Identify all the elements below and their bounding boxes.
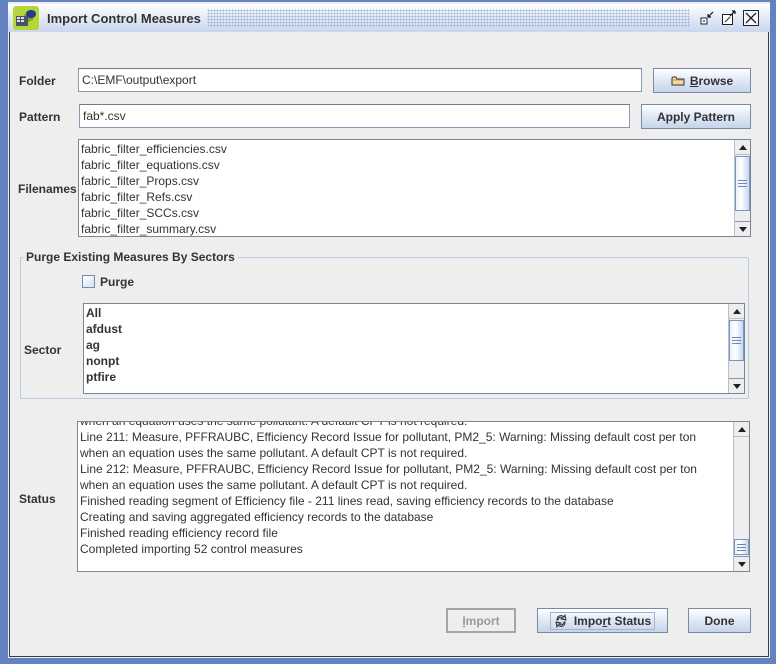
- import-button[interactable]: Import: [446, 608, 516, 633]
- browse-label-rest: rowse: [698, 73, 734, 88]
- sector-item[interactable]: afdust: [86, 321, 122, 337]
- browse-button[interactable]: Browse: [653, 68, 751, 93]
- status-line: Creating and saving aggregated efficienc…: [80, 510, 434, 524]
- scroll-thumb[interactable]: [735, 156, 750, 211]
- import-status-label: Import Status: [573, 613, 652, 628]
- pattern-label: Pattern: [19, 110, 61, 124]
- purge-checkbox[interactable]: [82, 275, 95, 288]
- filenames-items: fabric_filter_efficiencies.csv fabric_fil…: [81, 141, 227, 236]
- arrow-down-icon: [732, 383, 741, 389]
- filename-item[interactable]: fabric_filter_summary.csv: [81, 221, 227, 236]
- title-bar-grip: [206, 9, 690, 27]
- done-button[interactable]: Done: [688, 608, 751, 633]
- import-status-button[interactable]: Import Status: [537, 608, 668, 633]
- status-line: Completed importing 52 control measures: [80, 542, 303, 556]
- maximize-icon: [722, 10, 736, 25]
- browse-mnemonic: B: [689, 73, 699, 88]
- sector-item[interactable]: nonpt: [86, 353, 122, 369]
- minimize-icon: [700, 11, 714, 25]
- status-line: Line 211: Measure, PFFRAUBC, Efficiency …: [80, 430, 697, 444]
- minimize-button[interactable]: [698, 9, 716, 27]
- filenames-label: Filenames: [18, 182, 77, 196]
- filename-item[interactable]: fabric_filter_efficiencies.csv: [81, 141, 227, 157]
- scroll-down-button[interactable]: [729, 378, 744, 393]
- close-button[interactable]: [742, 9, 760, 27]
- refresh-icon: [555, 613, 567, 628]
- sector-item[interactable]: ag: [86, 337, 122, 353]
- maximize-button[interactable]: [720, 9, 738, 27]
- purge-group-title: Purge Existing Measures By Sectors: [23, 250, 238, 264]
- status-line: Line 212: Measure, PFFRAUBC, Efficiency …: [80, 462, 697, 476]
- sector-items: All afdust ag nonpt ptfire: [86, 305, 122, 385]
- status-scrollbar[interactable]: [733, 422, 749, 571]
- sector-list[interactable]: All afdust ag nonpt ptfire: [83, 303, 745, 394]
- pattern-input[interactable]: [79, 104, 630, 128]
- status-line-partial: when an equation uses the same pollutant…: [80, 421, 468, 428]
- close-icon: [743, 10, 759, 26]
- status-textarea[interactable]: when an equation uses the same pollutant…: [77, 421, 750, 572]
- arrow-down-icon: [738, 226, 747, 232]
- arrow-up-icon: [732, 308, 741, 314]
- scroll-up-button[interactable]: [729, 304, 744, 319]
- import-label-rest: mport: [465, 613, 500, 628]
- scroll-thumb[interactable]: [729, 320, 744, 361]
- status-line: when an equation uses the same pollutant…: [80, 478, 468, 492]
- folder-input[interactable]: [78, 68, 642, 92]
- sector-label: Sector: [24, 343, 62, 357]
- scroll-thumb[interactable]: [734, 539, 749, 555]
- filename-item[interactable]: fabric_filter_Props.csv: [81, 173, 227, 189]
- sector-scrollbar[interactable]: [728, 304, 744, 393]
- filename-item[interactable]: fabric_filter_Refs.csv: [81, 189, 227, 205]
- sector-item[interactable]: All: [86, 305, 122, 321]
- status-line: Finished reading segment of Efficiency f…: [80, 494, 614, 508]
- title-bar[interactable]: Import Control Measures: [8, 4, 770, 32]
- folder-label: Folder: [19, 74, 56, 88]
- window-title: Import Control Measures: [47, 10, 201, 26]
- filenames-scrollbar[interactable]: [734, 140, 750, 236]
- arrow-up-icon: [738, 144, 747, 150]
- scroll-down-button[interactable]: [735, 221, 750, 236]
- filename-item[interactable]: fabric_filter_SCCs.csv: [81, 205, 227, 221]
- scroll-up-button[interactable]: [734, 422, 749, 437]
- status-lines: when an equation uses the same pollutant…: [80, 421, 697, 557]
- apply-pattern-button[interactable]: Apply Pattern: [641, 104, 751, 129]
- scroll-up-button[interactable]: [735, 140, 750, 155]
- status-label: Status: [19, 492, 56, 506]
- purge-checkbox-label[interactable]: Purge: [100, 275, 134, 289]
- status-line: Finished reading efficiency record file: [80, 526, 278, 540]
- sector-item[interactable]: ptfire: [86, 369, 122, 385]
- status-line: when an equation uses the same pollutant…: [80, 446, 468, 460]
- arrow-up-icon: [737, 426, 746, 432]
- filenames-list[interactable]: fabric_filter_efficiencies.csv fabric_fil…: [78, 139, 751, 237]
- scroll-down-button[interactable]: [734, 556, 749, 571]
- folder-icon: [671, 76, 685, 86]
- filename-item[interactable]: fabric_filter_equations.csv: [81, 157, 227, 173]
- arrow-down-icon: [737, 561, 746, 567]
- app-icon: [13, 6, 39, 30]
